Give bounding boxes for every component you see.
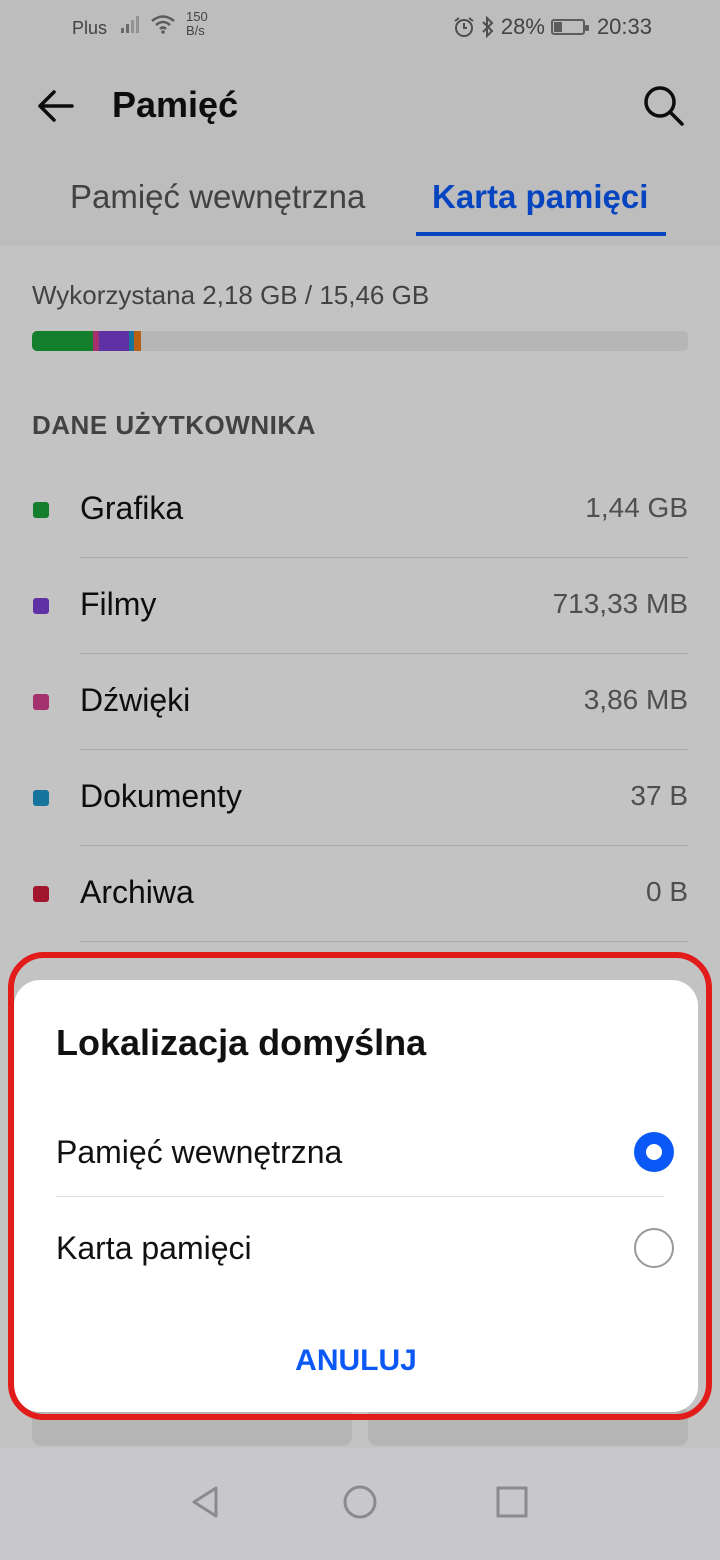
home-nav-icon[interactable]: [340, 1482, 380, 1522]
highlight-outline: [8, 952, 712, 1420]
navigation-bar: [0, 1448, 720, 1560]
back-nav-icon[interactable]: [186, 1482, 226, 1522]
recents-nav-icon[interactable]: [492, 1482, 532, 1522]
